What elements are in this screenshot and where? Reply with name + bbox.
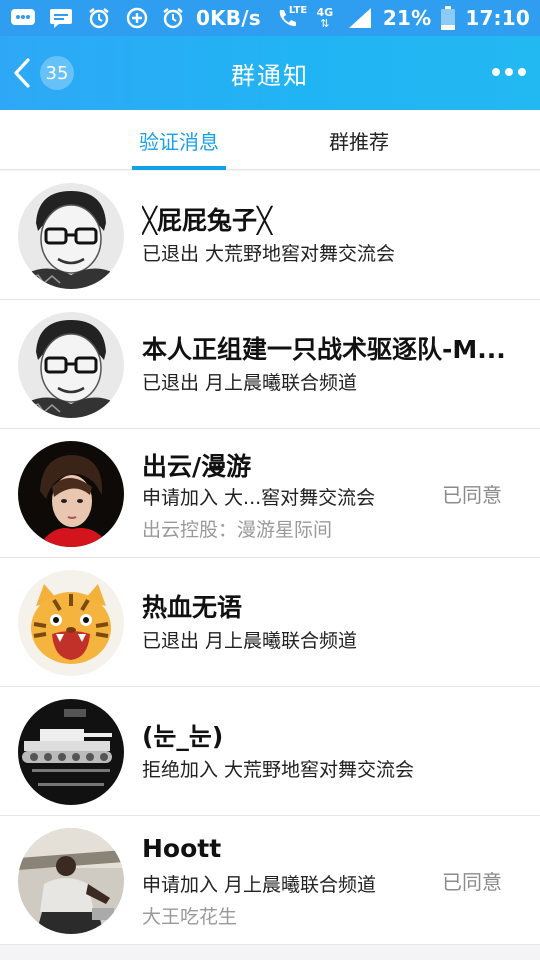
notification-list: ╳屁屁兔子╳ 已退出 大荒野地窖对舞交流会 本人正组建一只战术驱逐队-M... … (0, 171, 540, 945)
dot-icon (518, 68, 526, 76)
notification-subtext: 出云控股：漫游星际间 (142, 519, 333, 541)
chat-bubble-icon (10, 7, 36, 29)
notification-name: ╳屁屁兔子╳ (142, 206, 273, 235)
lte-label: LTE (288, 5, 308, 16)
man-on-bench-photo-avatar[interactable] (18, 828, 124, 934)
tab-verification-messages[interactable]: 验证消息 (114, 110, 244, 170)
notification-name: 热血无语 (142, 593, 243, 622)
red-shirt-portrait-avatar[interactable] (18, 441, 124, 547)
notification-desc: 已退出 月上晨曦联合频道 (142, 630, 358, 652)
active-tab-indicator (132, 166, 226, 170)
title-bar: 群通知 35 (0, 36, 540, 110)
dot-icon (505, 68, 513, 76)
notification-row[interactable]: 热血无语 已退出 月上晨曦联合频道 (0, 558, 540, 687)
clock-time: 17:10 (465, 6, 530, 30)
network-speed: 0KB/s (195, 6, 261, 30)
notification-row[interactable]: ╳屁屁兔子╳ 已退出 大荒野地窖对舞交流会 (0, 171, 540, 300)
signal-strength-icon (347, 7, 373, 29)
alarm-clock-icon (86, 7, 112, 29)
data-arrows-icon: ⇅ (320, 17, 330, 30)
battery-percent: 21% (382, 6, 432, 30)
data-saver-icon (124, 7, 150, 29)
page-title: 群通知 (231, 61, 309, 90)
notification-row[interactable]: 出云/漫游 申请加入 大...窖对舞交流会 出云控股：漫游星际间 已同意 (0, 429, 540, 558)
mobile-data-icon: 4G ⇅ (313, 7, 337, 29)
phone-lte-icon: LTE (271, 5, 307, 29)
tab-bar: 验证消息 群推荐 (0, 110, 540, 170)
status-bar: 0KB/s LTE 4G ⇅ 21% 17:10 (0, 0, 540, 36)
cartoon-tiger-avatar[interactable] (18, 570, 124, 676)
tab-group-recommendations[interactable]: 群推荐 (294, 110, 424, 170)
notification-row[interactable]: Hoott 申请加入 月上晨曦联合频道 大王吃花生 已同意 (0, 816, 540, 945)
status-label: 已同意 (442, 870, 502, 894)
dot-icon (492, 68, 500, 76)
more-options-button[interactable] (492, 62, 526, 82)
man-glasses-sketch-avatar[interactable] (18, 183, 124, 289)
status-label: 已同意 (442, 483, 502, 507)
tank-meme-avatar[interactable] (18, 699, 124, 805)
notification-row[interactable]: 本人正组建一只战术驱逐队-M... 已退出 月上晨曦联合频道 (0, 300, 540, 429)
notification-desc: 已退出 大荒野地窖对舞交流会 (142, 243, 396, 265)
back-button[interactable]: 35 (12, 56, 76, 90)
notification-desc: 拒绝加入 大荒野地窖对舞交流会 (142, 759, 415, 781)
notification-name: 本人正组建一只战术驱逐队-M... (142, 335, 506, 364)
message-icon (48, 7, 74, 29)
unread-count-badge: 35 (40, 56, 74, 90)
notification-row[interactable]: (눈_눈) 拒绝加入 大荒野地窖对舞交流会 (0, 687, 540, 816)
notification-name: (눈_눈) (142, 722, 224, 751)
notification-desc: 申请加入 大...窖对舞交流会 (142, 487, 376, 509)
notification-desc: 申请加入 月上晨曦联合频道 (142, 874, 377, 896)
chevron-left-icon (12, 58, 32, 88)
battery-icon (441, 6, 456, 30)
notification-desc: 已退出 月上晨曦联合频道 (142, 372, 358, 394)
alarm-clock-icon (160, 7, 186, 29)
notification-subtext: 大王吃花生 (142, 906, 238, 928)
man-glasses-sketch-avatar[interactable] (18, 312, 124, 418)
